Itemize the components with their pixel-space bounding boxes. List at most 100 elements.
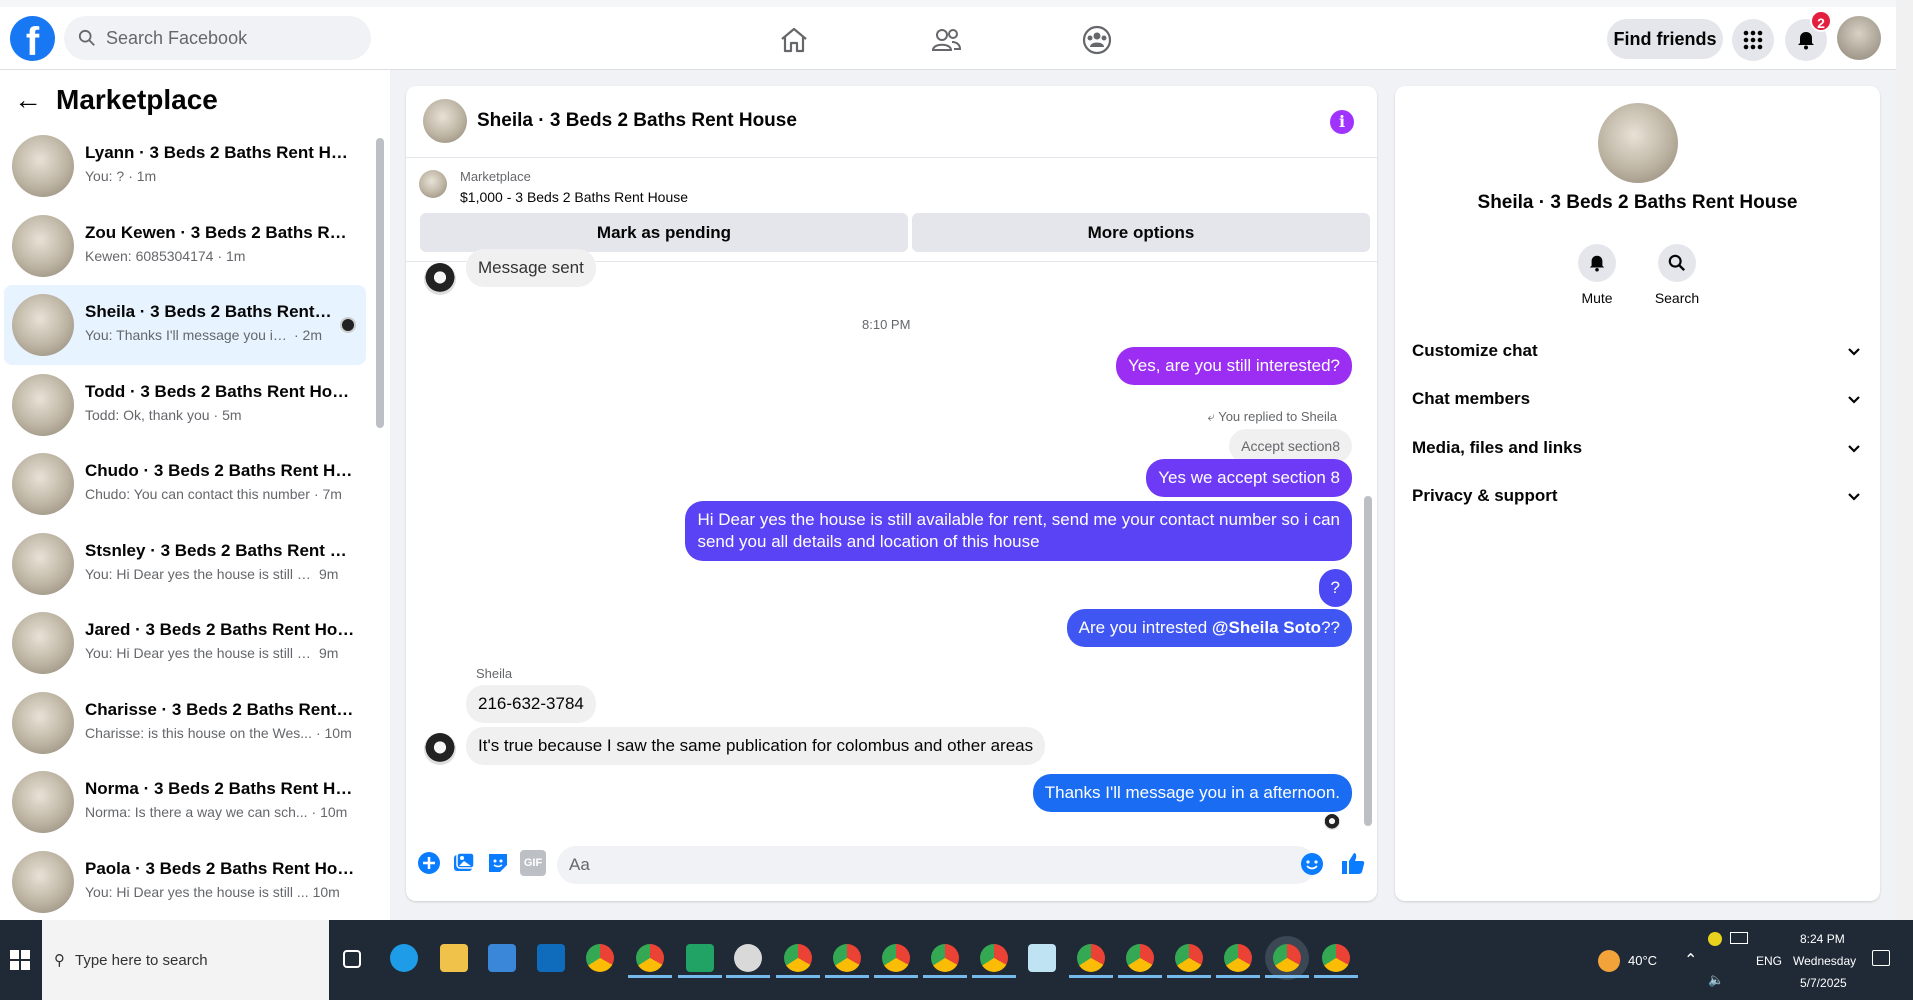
menu-grid-button[interactable] [1732, 19, 1774, 61]
grid-icon [1743, 30, 1763, 50]
conversation-time: · 5m [213, 406, 242, 423]
chat-details-avatar[interactable] [1598, 103, 1678, 183]
task-view-icon[interactable] [343, 950, 361, 968]
conversation-item[interactable]: Todd · 3 Beds 2 Baths Rent House Todd: O… [4, 365, 366, 445]
thumbs-up-icon[interactable] [1340, 850, 1366, 876]
clock-time[interactable]: 8:24 PM [1800, 932, 1845, 946]
chrome-profile-icon[interactable] [1322, 944, 1350, 972]
chrome-profile-icon[interactable] [882, 944, 910, 972]
chrome-profile-icon[interactable] [1175, 944, 1203, 972]
plus-icon[interactable] [416, 850, 442, 876]
search-facebook-input[interactable]: Search Facebook [64, 16, 371, 60]
chat-details-panel: Sheila · 3 Beds 2 Baths Rent House Mute … [1395, 86, 1880, 901]
conversation-item[interactable]: Chudo · 3 Beds 2 Baths Rent Ho... Chudo:… [4, 444, 366, 524]
back-arrow-icon[interactable]: ← [14, 84, 42, 116]
chrome-profile-icon[interactable] [1126, 944, 1154, 972]
tray-app-icon[interactable] [1708, 932, 1722, 946]
home-icon[interactable] [778, 24, 810, 56]
find-friends-button[interactable]: Find friends [1607, 19, 1723, 59]
conversation-item[interactable]: Norma · 3 Beds 2 Baths Rent Ho... Norma:… [4, 762, 366, 842]
sidebar-scrollbar[interactable] [376, 138, 384, 428]
conversation-time: · 2m [294, 327, 322, 343]
privacy-support-section[interactable]: Privacy & support [1412, 476, 1862, 516]
chrome-profile-icon[interactable] [931, 944, 959, 972]
chevron-down-icon [1848, 396, 1860, 404]
friends-icon[interactable] [930, 24, 962, 56]
chrome-profile-icon[interactable] [784, 944, 812, 972]
chat-details-title: Sheila · 3 Beds 2 Baths Rent House [1477, 192, 1798, 213]
chrome-profile-icon[interactable] [833, 944, 861, 972]
sticker-icon[interactable] [485, 850, 511, 876]
chat-avatar[interactable] [423, 99, 467, 143]
mark-as-pending-button[interactable]: Mark as pending [420, 213, 908, 252]
conversation-item[interactable]: Stsnley · 3 Beds 2 Baths Rent Ho... You:… [4, 524, 366, 604]
groups-icon[interactable] [1081, 24, 1113, 56]
chrome-active-window-icon[interactable] [1273, 944, 1301, 972]
conversation-preview: You: Hi Dear yes the house is still a... [85, 645, 315, 661]
input-language[interactable]: ENG [1756, 954, 1782, 968]
conversation-item[interactable]: Zou Kewen · 3 Beds 2 Baths Rent... Kewen… [4, 206, 366, 286]
weather-icon[interactable] [1598, 950, 1620, 972]
chat-header: Sheila · 3 Beds 2 Baths Rent House i [406, 86, 1377, 158]
weather-temperature[interactable]: 40°C [1628, 953, 1657, 968]
message-thread: Message sent 8:10 PM Yes, are you still … [406, 249, 1377, 835]
mute-button[interactable]: Mute [1557, 244, 1637, 306]
message-text: Are you intrested [1078, 618, 1212, 637]
clock-day[interactable]: Wednesday [1793, 954, 1856, 968]
outlook-icon[interactable] [537, 944, 565, 972]
file-explorer-icon[interactable] [440, 944, 468, 972]
chrome-profile-icon[interactable] [980, 944, 1008, 972]
message-input[interactable]: Aa [557, 846, 1316, 884]
conversation-name: Jared · 3 Beds 2 Baths Rent House [85, 620, 355, 639]
chevron-up-icon[interactable]: ⌃ [1684, 950, 1697, 970]
chat-panel: Sheila · 3 Beds 2 Baths Rent House i Mar… [406, 86, 1377, 901]
facebook-logo-icon[interactable]: f [10, 16, 55, 61]
app-icon[interactable] [734, 944, 762, 972]
chat-members-section[interactable]: Chat members [1412, 379, 1862, 419]
gif-icon[interactable]: GIF [520, 850, 546, 876]
emoji-icon[interactable] [1300, 852, 1324, 876]
customize-chat-section[interactable]: Customize chat [1412, 331, 1862, 371]
page-scrollbar[interactable] [1896, 0, 1913, 920]
mention-link[interactable]: @Sheila Soto [1212, 618, 1321, 637]
windows-start-icon[interactable] [10, 950, 30, 970]
more-options-button[interactable]: More options [912, 213, 1370, 252]
photo-icon[interactable] [451, 850, 477, 876]
chrome-icon[interactable] [586, 944, 614, 972]
notification-center-icon[interactable] [1872, 950, 1890, 966]
conversation-time: 9m [319, 645, 339, 661]
store-icon[interactable] [488, 944, 516, 972]
chrome-profile-icon[interactable] [636, 944, 664, 972]
listing-price-title[interactable]: $1,000 - 3 Beds 2 Baths Rent House [460, 189, 688, 205]
network-icon[interactable] [1730, 932, 1748, 944]
conversation-item[interactable]: Lyann · 3 Beds 2 Baths Rent House You: ?… [4, 126, 366, 206]
section-label: Chat members [1412, 389, 1531, 408]
app-icon[interactable] [1028, 944, 1056, 972]
volume-icon[interactable]: 🔈 [1708, 972, 1724, 988]
windows-taskbar: ⚲ Type here to search 40°C ⌃ 🔈 ENG 8:24 … [0, 920, 1913, 1000]
conversation-item[interactable]: Charisse · 3 Beds 2 Baths Rent H... Char… [4, 683, 366, 763]
chevron-down-icon [1848, 445, 1860, 453]
conversation-item-active[interactable]: Sheila · 3 Beds 2 Baths Rent H... You: T… [4, 285, 366, 365]
message-line: send you all details and location of thi… [697, 532, 1040, 551]
message-bubble-outgoing: Thanks I'll message you in a afternoon. [1032, 774, 1352, 812]
conversation-time: 10m [312, 883, 340, 900]
sheets-icon[interactable] [686, 944, 714, 972]
chrome-profile-icon[interactable] [1077, 944, 1105, 972]
search-in-chat-button[interactable]: Search [1637, 244, 1717, 306]
profile-avatar[interactable] [1837, 16, 1881, 60]
conversation-item[interactable]: Jared · 3 Beds 2 Baths Rent House You: H… [4, 603, 366, 683]
media-files-links-section[interactable]: Media, files and links [1412, 428, 1862, 468]
active-app-indicator [1314, 975, 1358, 978]
edge-icon[interactable] [390, 944, 418, 972]
info-icon[interactable]: i [1330, 110, 1354, 134]
chat-scrollbar[interactable] [1364, 496, 1372, 826]
conversation-time: · 1m [128, 168, 157, 184]
listing-thumbnail [12, 691, 74, 754]
chrome-profile-icon[interactable] [1224, 944, 1252, 972]
conversation-preview: Todd: Ok, thank you [85, 406, 210, 423]
clock-date[interactable]: 5/7/2025 [1800, 976, 1847, 990]
taskbar-search-input[interactable]: ⚲ Type here to search [42, 920, 329, 1000]
chat-title[interactable]: Sheila · 3 Beds 2 Baths Rent House [477, 110, 797, 132]
conversation-item[interactable]: Paola · 3 Beds 2 Baths Rent House You: H… [4, 842, 366, 922]
